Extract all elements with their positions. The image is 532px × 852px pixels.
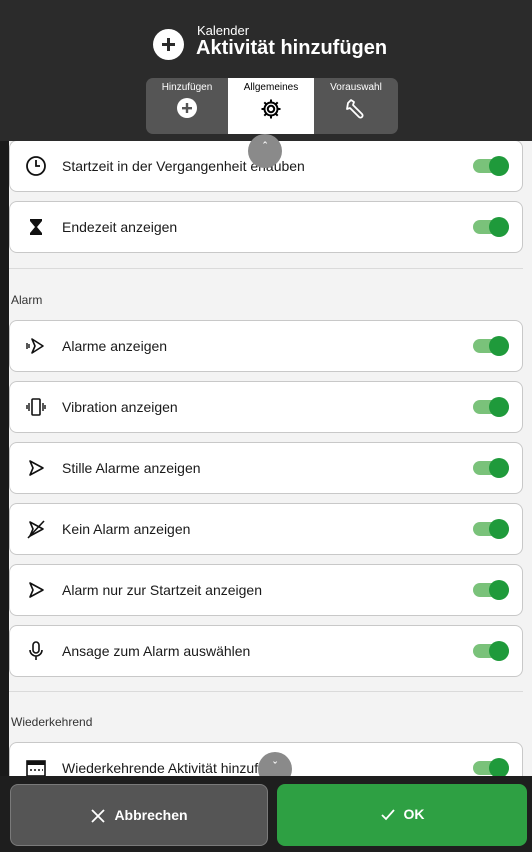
chevron-up-icon: ˆ (263, 141, 267, 153)
vibration-icon (26, 398, 46, 416)
toggle-switch[interactable] (473, 217, 509, 237)
alarm-sound-icon (26, 338, 44, 354)
toggle-switch[interactable] (473, 519, 509, 539)
ok-button[interactable]: OK (277, 784, 527, 846)
tab-allgemeines-label: Allgemeines (243, 82, 299, 93)
toggle-switch[interactable] (473, 397, 509, 417)
setting-label: Stille Alarme anzeigen (62, 460, 201, 476)
tab-vorauswahl-label: Vorauswahl (330, 82, 382, 93)
toggle-switch[interactable] (473, 156, 509, 176)
section-title-alarm: Alarm (11, 293, 43, 307)
clock-icon (26, 156, 46, 176)
add-activity-icon (153, 29, 184, 60)
microphone-icon (29, 641, 43, 660)
silent-alarm-icon (29, 460, 44, 476)
setting-label: Vibration anzeigen (62, 399, 178, 415)
tab-hinzufuegen-label: Hinzufügen (161, 82, 213, 93)
section-title-wiederkehrend: Wiederkehrend (11, 715, 93, 729)
setting-row-endezeit[interactable]: Endezeit anzeigen (9, 201, 523, 253)
cancel-button-label: Abbrechen (114, 807, 188, 823)
page-title: Aktivität hinzufügen (196, 37, 388, 59)
setting-label: Alarm nur zur Startzeit anzeigen (62, 582, 262, 598)
setting-row-stille-alarme[interactable]: Stille Alarme anzeigen (9, 442, 523, 494)
ok-button-label: OK (403, 806, 425, 822)
cancel-button[interactable]: Abbrechen (10, 784, 268, 846)
toggle-switch[interactable] (473, 758, 509, 776)
setting-row-vibration[interactable]: Vibration anzeigen (9, 381, 523, 433)
setting-label: Ansage zum Alarm auswählen (62, 643, 251, 659)
toggle-switch[interactable] (473, 580, 509, 600)
section-divider (9, 691, 523, 692)
header-subtitle: Kalender (197, 23, 250, 38)
check-icon (380, 809, 395, 821)
chevron-down-icon: ˇ (273, 761, 277, 773)
setting-label: Endezeit anzeigen (62, 219, 178, 235)
calendar-icon (26, 760, 46, 776)
wrench-icon (346, 99, 364, 119)
setting-row-alarm-startzeit[interactable]: Alarm nur zur Startzeit anzeigen (9, 564, 523, 616)
header-bar: Kalender Aktivität hinzufügen Hinzufügen… (0, 0, 532, 141)
scroll-up-button[interactable]: ˆ (248, 134, 282, 168)
tab-hinzufuegen[interactable]: Hinzufügen (146, 78, 228, 134)
setting-row-ansage[interactable]: Ansage zum Alarm auswählen (9, 625, 523, 677)
gear-icon (261, 99, 281, 119)
toggle-switch[interactable] (473, 458, 509, 478)
toggle-switch[interactable] (473, 336, 509, 356)
setting-label: Wiederkehrende Aktivität hinzufügen (62, 760, 290, 776)
footer-bar: Abbrechen OK (0, 776, 532, 852)
setting-row-kein-alarm[interactable]: Kein Alarm anzeigen (9, 503, 523, 555)
settings-list[interactable]: Startzeit in der Vergangenheit erlauben … (9, 141, 532, 776)
section-divider (9, 268, 523, 269)
alarm-start-icon (29, 582, 44, 598)
setting-label: Kein Alarm anzeigen (62, 521, 191, 537)
setting-row-alarme[interactable]: Alarme anzeigen (9, 320, 523, 372)
tab-bar: Hinzufügen Allgemeines Vorauswahl (146, 78, 398, 134)
hourglass-icon (30, 219, 42, 235)
toggle-switch[interactable] (473, 641, 509, 661)
setting-label: Alarme anzeigen (62, 338, 168, 354)
plus-circle-icon (177, 98, 197, 118)
tab-vorauswahl[interactable]: Vorauswahl (314, 78, 398, 134)
close-icon (91, 809, 106, 823)
tab-allgemeines[interactable]: Allgemeines (228, 78, 314, 134)
no-alarm-icon (27, 520, 45, 539)
